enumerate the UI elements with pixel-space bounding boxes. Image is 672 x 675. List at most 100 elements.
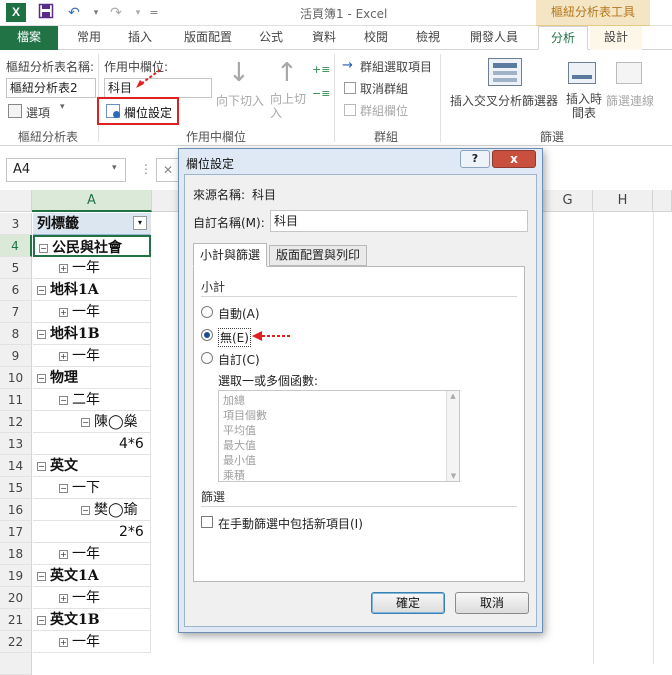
undo-dropdown-icon[interactable]: ▾ — [86, 3, 106, 23]
row-header[interactable]: 14 — [0, 455, 32, 477]
group-field-button[interactable]: 群組欄位 — [360, 102, 408, 119]
tab-subtotals-filter[interactable]: 小計與篩選 — [193, 243, 267, 267]
collapse-minus-icon[interactable]: − — [59, 483, 68, 493]
column-header-i[interactable] — [653, 190, 672, 212]
function-list-item[interactable]: 最大值 — [223, 438, 455, 453]
row-header[interactable]: 15 — [0, 477, 32, 499]
row-header[interactable]: 17 — [0, 521, 32, 543]
insert-slicer-button[interactable]: 插入交叉分析篩選器 — [450, 92, 558, 109]
pivot-row-cell[interactable]: − 地科1B — [33, 323, 151, 345]
row-header[interactable]: 4 — [0, 235, 32, 257]
options-button[interactable]: 選項 — [26, 104, 50, 121]
pivot-row-cell[interactable]: − 英文1B — [33, 609, 151, 631]
pivot-row-cell[interactable]: − 地科1A — [33, 279, 151, 301]
row-labels-header[interactable]: 列標籤 ▾ — [33, 213, 151, 235]
field-settings-button[interactable]: 欄位設定 — [124, 104, 172, 121]
expand-plus-icon[interactable]: + — [59, 351, 68, 361]
undo-icon[interactable]: ↶ — [64, 3, 84, 23]
include-new-items-label[interactable]: 在手動篩選中包括新項目(I) — [218, 515, 363, 532]
formula-cancel-icon[interactable]: ✕ — [156, 158, 180, 182]
row-header[interactable]: 21 — [0, 609, 32, 631]
collapse-minus-icon[interactable]: − — [37, 373, 46, 383]
row-header[interactable]: 16 — [0, 499, 32, 521]
function-list-scrollbar[interactable]: ▲ ▼ — [446, 391, 459, 481]
custom-name-input[interactable]: 科目 — [270, 210, 528, 232]
pivot-name-input[interactable]: 樞紐分析表2 — [6, 78, 96, 98]
dialog-close-button[interactable]: x — [492, 150, 536, 168]
row-header[interactable]: 13 — [0, 433, 32, 455]
pivot-row-cell[interactable]: 4*6 — [33, 433, 151, 455]
tab-formulas[interactable]: 公式 — [254, 26, 288, 50]
row-header[interactable]: 12 — [0, 411, 32, 433]
include-new-items-checkbox[interactable] — [201, 516, 213, 528]
save-icon[interactable] — [36, 3, 56, 23]
tab-insert[interactable]: 插入 — [122, 26, 158, 50]
pivot-row-cell[interactable]: + 一年 — [33, 301, 151, 323]
tab-home[interactable]: 常用 — [72, 26, 106, 50]
pivot-row-cell[interactable]: − 英文1A — [33, 565, 151, 587]
collapse-minus-icon[interactable]: − — [81, 505, 90, 515]
function-list-item[interactable]: 平均值 — [223, 423, 455, 438]
row-header[interactable]: 3 — [0, 213, 32, 235]
collapse-minus-icon[interactable]: − — [37, 615, 46, 625]
pivot-row-cell[interactable]: + 一年 — [33, 631, 151, 653]
function-list-item[interactable]: 最小值 — [223, 453, 455, 468]
tab-analyze[interactable]: 分析 — [538, 26, 588, 50]
expand-plus-icon[interactable]: + — [59, 307, 68, 317]
row-header[interactable]: 5 — [0, 257, 32, 279]
customize-quick-access-icon[interactable]: = — [144, 3, 164, 23]
radio-none[interactable] — [201, 329, 213, 341]
row-header[interactable]: 20 — [0, 587, 32, 609]
row-header[interactable]: 22 — [0, 631, 32, 653]
collapse-minus-icon[interactable]: − — [39, 243, 48, 253]
tab-page-layout[interactable]: 版面配置 — [176, 26, 240, 50]
column-header-g[interactable]: G — [543, 190, 593, 212]
tab-file[interactable]: 檔案 — [0, 26, 58, 50]
pivot-row-cell[interactable]: − 物理 — [33, 367, 151, 389]
row-header[interactable] — [0, 653, 32, 675]
expand-field-icon[interactable]: +≡ — [312, 64, 330, 76]
filter-dropdown-icon[interactable]: ▾ — [133, 216, 147, 230]
pivot-row-cell[interactable]: + 一年 — [33, 345, 151, 367]
dialog-help-button[interactable]: ? — [460, 150, 490, 168]
pivot-row-cell[interactable]: − 公民與社會 — [33, 235, 151, 257]
collapse-minus-icon[interactable]: − — [81, 417, 90, 427]
pivot-row-cell[interactable]: + 一年 — [33, 587, 151, 609]
pivot-row-cell[interactable]: − 英文 — [33, 455, 151, 477]
drill-up-button[interactable]: 向上切入 — [270, 92, 310, 120]
radio-custom-label[interactable]: 自訂(C) — [218, 351, 260, 368]
radio-none-label[interactable]: 無(E) — [218, 328, 251, 347]
group-selection-button[interactable]: 群組選取項目 — [360, 58, 432, 75]
radio-automatic-label[interactable]: 自動(A) — [218, 305, 260, 322]
cancel-button[interactable]: 取消 — [455, 592, 529, 614]
row-header[interactable]: 6 — [0, 279, 32, 301]
row-header[interactable]: 18 — [0, 543, 32, 565]
name-box[interactable]: A4 — [6, 158, 126, 182]
pivot-row-cell[interactable]: 2*6 — [33, 521, 151, 543]
expand-plus-icon[interactable]: + — [59, 593, 68, 603]
collapse-minus-icon[interactable]: − — [59, 395, 68, 405]
function-list-item[interactable]: 項目個數 — [223, 408, 455, 423]
insert-timeline-button[interactable]: 插入時間表 — [566, 92, 602, 120]
excel-app-icon[interactable]: X — [6, 3, 26, 22]
drill-down-button[interactable]: 向下切入 — [216, 92, 264, 109]
function-list-item[interactable]: 加總 — [223, 393, 455, 408]
tab-view[interactable]: 檢視 — [410, 26, 446, 50]
row-header[interactable]: 7 — [0, 301, 32, 323]
ok-button[interactable]: 確定 — [371, 592, 445, 614]
radio-automatic[interactable] — [201, 306, 213, 318]
row-header[interactable]: 19 — [0, 565, 32, 587]
tab-design[interactable]: 設計 — [590, 26, 642, 50]
name-box-dropdown-icon[interactable]: ▾ — [112, 163, 117, 173]
pivot-row-cell[interactable]: − 一下 — [33, 477, 151, 499]
pivot-row-cell[interactable]: − 二年 — [33, 389, 151, 411]
row-header[interactable]: 8 — [0, 323, 32, 345]
collapse-minus-icon[interactable]: − — [37, 285, 46, 295]
column-header-a[interactable]: A — [32, 190, 152, 212]
select-all-corner[interactable] — [0, 190, 32, 212]
collapse-minus-icon[interactable]: − — [37, 461, 46, 471]
ungroup-button[interactable]: 取消群組 — [360, 80, 408, 97]
radio-custom[interactable] — [201, 352, 213, 364]
tab-layout-print[interactable]: 版面配置與列印 — [269, 245, 367, 266]
filter-connections-button[interactable]: 篩選連線 — [606, 92, 654, 109]
